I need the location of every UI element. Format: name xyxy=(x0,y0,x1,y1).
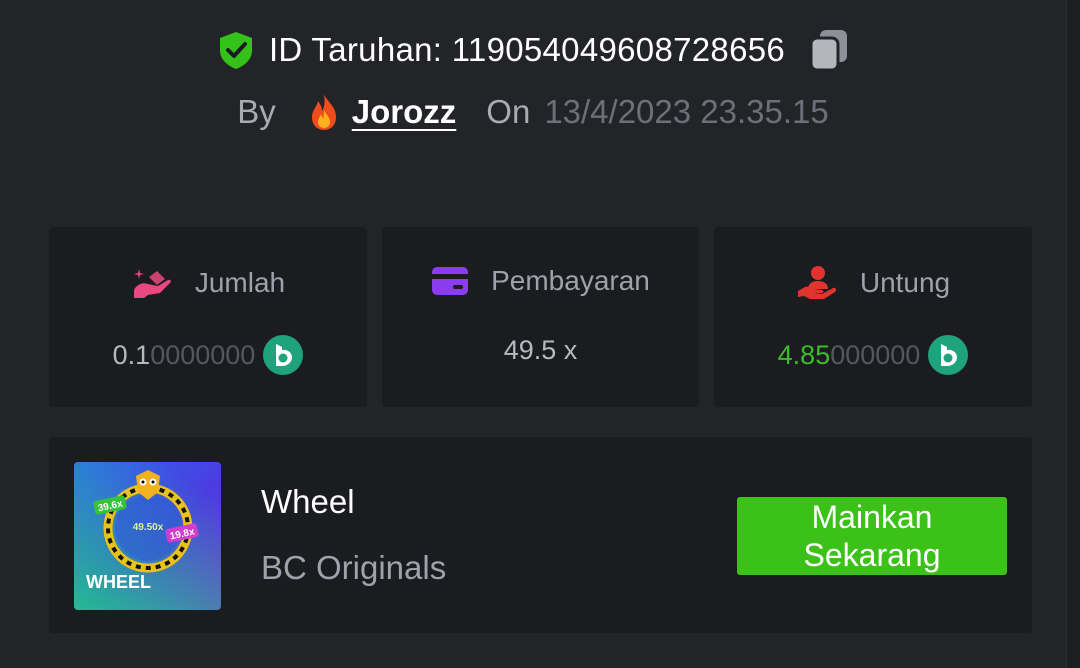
on-label: On xyxy=(486,93,531,130)
username-link[interactable]: Jorozz xyxy=(306,92,457,132)
payout-label: Pembayaran xyxy=(491,265,650,296)
play-now-line2: Sekarang xyxy=(803,537,941,573)
stat-head-profit: Untung xyxy=(714,265,1032,301)
profit-value-text: 4.85000000 xyxy=(778,340,921,371)
stat-head-amount: Jumlah xyxy=(49,265,367,301)
bet-meta-row: By Jorozz On 13/4/2023 23.35.15 xyxy=(0,92,1066,132)
stat-head-payout: Pembayaran xyxy=(382,265,699,297)
thumb-title: WHEEL xyxy=(86,572,151,592)
game-provider: BC Originals xyxy=(261,549,447,586)
profit-label: Untung xyxy=(859,267,951,298)
payout-value-text: 49.5 x xyxy=(503,335,578,365)
play-now-line1: Mainkan xyxy=(811,499,933,535)
bc-coin-icon xyxy=(928,335,969,375)
amount-value-faded: 0000000 xyxy=(150,339,256,370)
amount-value: 0.10000000 xyxy=(49,335,367,375)
thumb-badge-2: 49.50x xyxy=(133,522,164,533)
scrollbar-track[interactable] xyxy=(1066,0,1080,668)
copy-icon[interactable] xyxy=(809,28,849,72)
bet-timestamp: 13/4/2023 23.35.15 xyxy=(544,93,829,130)
fire-icon xyxy=(306,92,352,132)
profit-hand-icon xyxy=(796,265,838,301)
profit-value: 4.85000000 xyxy=(714,335,1032,375)
verified-shield-icon xyxy=(217,30,255,70)
stat-card-payout: Pembayaran 49.5 x xyxy=(382,227,699,407)
amount-value-main: 0.1 xyxy=(112,339,151,370)
amount-value-text: 0.10000000 xyxy=(113,340,256,371)
game-card: 39.6x 49.50x 19.8x WHEEL Wheel BC Origin… xyxy=(49,437,1032,633)
amount-icon xyxy=(131,265,173,301)
stat-card-amount: Jumlah 0.10000000 xyxy=(49,227,367,407)
play-now-button[interactable]: Mainkan Sekarang xyxy=(737,497,1007,575)
game-title[interactable]: Wheel xyxy=(261,483,355,521)
username: Jorozz xyxy=(351,93,457,130)
stat-card-profit: Untung 4.85000000 xyxy=(714,227,1032,407)
profit-value-main: 4.85 xyxy=(777,339,831,370)
card-payment-icon xyxy=(431,265,469,297)
by-label: By xyxy=(237,93,276,130)
profit-value-faded: 000000 xyxy=(830,339,921,370)
game-thumbnail[interactable]: 39.6x 49.50x 19.8x WHEEL xyxy=(74,462,221,610)
bet-id-row: ID Taruhan: 119054049608728656 xyxy=(0,28,1066,72)
payout-value: 49.5 x xyxy=(382,335,699,366)
bc-coin-icon xyxy=(263,335,304,375)
bet-id: ID Taruhan: 119054049608728656 xyxy=(268,31,786,68)
amount-label: Jumlah xyxy=(194,267,286,298)
